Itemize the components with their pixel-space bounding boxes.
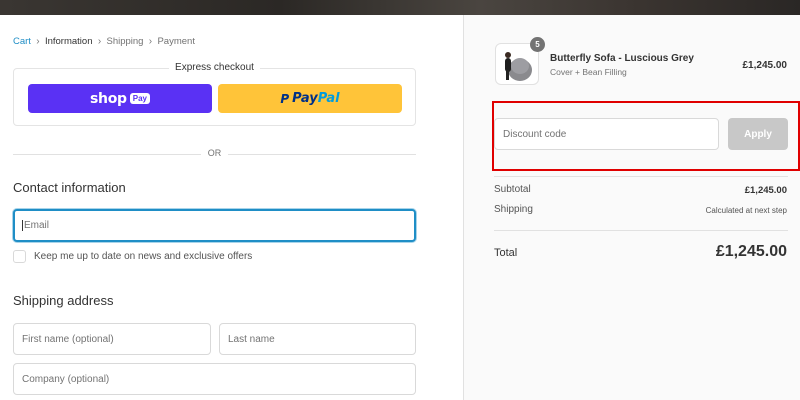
chevron-right-icon: › [36,36,40,47]
or-label: OR [207,148,222,158]
breadcrumb-shipping: Shipping [106,36,144,47]
total-value: £1,245.00 [715,243,787,260]
product-name: Butterfly Sofa - Luscious Grey [550,53,694,64]
newsletter-checkbox-row[interactable]: Keep me up to date on news and exclusive… [13,250,252,263]
shipping-label: Shipping [494,204,533,215]
company-field[interactable]: Company (optional) [13,363,416,395]
quantity-badge: 5 [530,37,545,52]
shop-pay-badge: Pay [129,93,150,104]
shipping-value: Calculated at next step [705,206,787,215]
email-field[interactable]: Email [13,209,416,242]
company-placeholder: Company (optional) [22,373,110,385]
last-name-placeholder: Last name [228,333,275,345]
first-name-placeholder: First name (optional) [22,333,114,345]
breadcrumb-information: Information [44,36,93,47]
express-checkout: Express checkout shop Pay P Pay Pal [13,62,416,126]
email-placeholder: Email [24,220,50,231]
checkout-main: Cart › Information › Shipping › Payment … [0,15,463,400]
paypal-logo-pal: Pal [317,91,340,106]
summary-divider [494,230,788,231]
shop-pay-logo: shop [90,90,127,107]
total-label: Total [494,247,518,259]
last-name-field[interactable]: Last name [219,323,416,355]
contact-information-heading: Contact information [13,180,126,195]
product-variant: Cover + Bean Filling [550,67,627,77]
discount-placeholder: Discount code [503,128,567,140]
header-banner-image [0,0,800,15]
product-price: £1,245.00 [742,60,788,71]
divider-line [228,154,416,155]
newsletter-checkbox[interactable] [13,250,26,263]
chevron-right-icon: › [148,36,153,47]
breadcrumb-cart[interactable]: Cart [13,36,31,47]
subtotal-label: Subtotal [494,184,531,195]
text-caret [22,220,23,231]
paypal-logo-pay: Pay [292,91,318,106]
first-name-field[interactable]: First name (optional) [13,323,211,355]
breadcrumb: Cart › Information › Shipping › Payment [13,36,195,47]
product-thumbnail: 5 [495,37,545,85]
shop-pay-button[interactable]: shop Pay [28,84,212,113]
paypal-button[interactable]: P Pay Pal [218,84,402,113]
checkout-page: Cart › Information › Shipping › Payment … [0,0,800,400]
or-divider: OR [13,148,416,160]
shipping-address-heading: Shipping address [13,293,114,308]
apply-discount-button[interactable]: Apply [728,118,788,150]
express-checkout-title: Express checkout [169,62,260,73]
discount-code-input[interactable]: Discount code [494,118,719,150]
paypal-icon: P [280,91,290,106]
summary-divider [494,176,788,177]
subtotal-value: £1,245.00 [744,185,787,196]
newsletter-label: Keep me up to date on news and exclusive… [34,251,253,262]
order-summary: 5 Butterfly Sofa - Luscious Grey Cover +… [463,15,800,400]
chevron-right-icon: › [97,36,102,47]
breadcrumb-payment: Payment [157,36,195,47]
